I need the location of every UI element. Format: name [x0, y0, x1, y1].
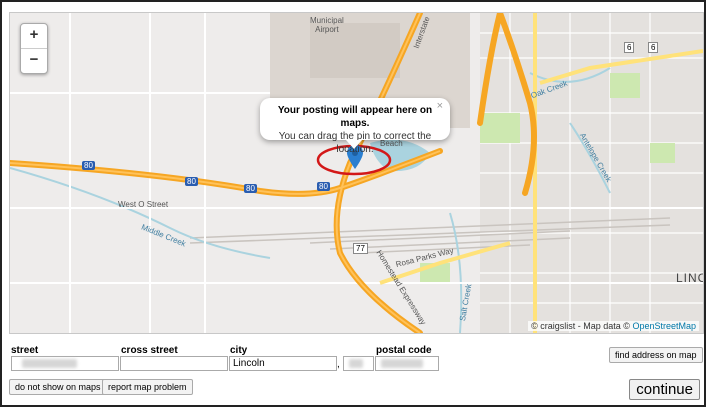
do-not-show-on-maps-button[interactable]: do not show on maps: [9, 379, 107, 395]
redacted-state: [349, 359, 363, 368]
cross-street-label: cross street: [121, 345, 178, 356]
popup-tip: [346, 140, 362, 149]
popup-close-button[interactable]: ×: [437, 100, 443, 113]
redacted-street: [22, 359, 77, 368]
popup-title: Your posting will appear here on maps.: [277, 105, 433, 129]
interstate-shield: 80: [185, 177, 198, 186]
map-label-west-o-street: West O Street: [118, 200, 169, 209]
highway-shield: 77: [353, 243, 368, 254]
interstate-shield: 80: [82, 161, 95, 170]
zoom-control: + −: [20, 23, 48, 74]
interstate-shield: 80: [244, 184, 257, 193]
zoom-out-button[interactable]: −: [21, 48, 47, 73]
map-popup: × Your posting will appear here on maps.…: [260, 98, 450, 155]
street-label: street: [11, 345, 39, 356]
cross-street-input[interactable]: [120, 356, 228, 371]
map-view[interactable]: 80 80 80 80 77 6 6 Municipal Airport Wes…: [9, 12, 704, 334]
map-label-airport: Municipal Airport: [310, 16, 344, 34]
attribution-text: © craigslist - Map data ©: [531, 321, 630, 331]
interstate-shield: 80: [317, 182, 330, 191]
city-label: city: [230, 345, 248, 356]
report-map-problem-button[interactable]: report map problem: [102, 379, 193, 395]
city-state-separator: ,: [337, 359, 340, 370]
zoom-in-button[interactable]: +: [21, 24, 47, 48]
redacted-postal-code: [381, 359, 423, 368]
map-attribution: © craigslist - Map data © OpenStreetMap: [528, 321, 699, 331]
highway-shield: 6: [624, 42, 635, 53]
city-input[interactable]: Lincoln: [229, 356, 337, 371]
map-label-lincoln: LINC: [676, 271, 703, 285]
find-address-button[interactable]: find address on map: [609, 347, 703, 363]
openstreetmap-link[interactable]: OpenStreetMap: [632, 321, 696, 331]
highway-shield: 6: [648, 42, 659, 53]
continue-button[interactable]: continue: [629, 379, 700, 400]
map-posting-panel: 80 80 80 80 77 6 6 Municipal Airport Wes…: [0, 0, 706, 407]
postal-code-label: postal code: [376, 345, 432, 356]
